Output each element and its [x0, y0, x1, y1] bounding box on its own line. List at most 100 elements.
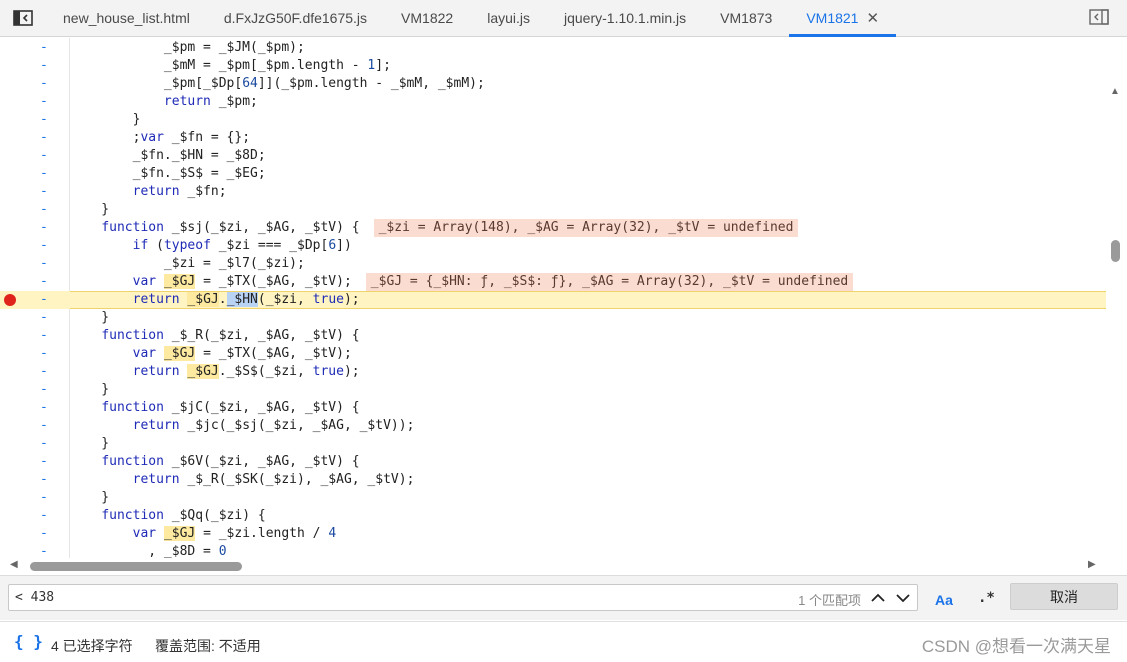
- code-text: return _$GJ._$S$(_$zi, true);: [132, 364, 360, 379]
- code-text: return _$pm;: [163, 94, 258, 109]
- code-text: _$zi = _$l7(_$zi);: [70, 256, 305, 271]
- tab-jquery[interactable]: jquery-1.10.1.min.js: [547, 0, 703, 36]
- code-text: var _$GJ = _$zi.length / 4: [132, 526, 337, 541]
- line-number[interactable]: -: [40, 435, 50, 453]
- code-line[interactable]: - return _$pm;: [0, 93, 1106, 111]
- code-line[interactable]: - var _$GJ = _$zi.length / 4: [0, 525, 1106, 543]
- horizontal-scroll-thumb[interactable]: [30, 562, 242, 571]
- code-line[interactable]: - var _$GJ = _$TX(_$AG, _$tV);: [0, 345, 1106, 363]
- tab-new-house-list[interactable]: new_house_list.html: [46, 0, 207, 36]
- match-case-toggle[interactable]: Aa: [935, 592, 953, 608]
- code-line[interactable]: - _$pm[_$Dp[64]](_$pm.length - _$mM, _$m…: [0, 75, 1106, 93]
- pretty-print-icon[interactable]: { }: [14, 632, 43, 651]
- toggle-navigator-button[interactable]: [0, 0, 46, 36]
- code-line[interactable]: - }: [0, 381, 1106, 399]
- line-number[interactable]: -: [40, 489, 50, 507]
- code-text: return _$fn;: [132, 184, 227, 199]
- code-editor[interactable]: - _$pm = _$JM(_$pm); - _$mM = _$pm[_$pm.l…: [0, 38, 1127, 558]
- line-number[interactable]: -: [40, 543, 50, 558]
- code-text: }: [70, 436, 110, 451]
- line-number[interactable]: -: [40, 453, 50, 471]
- code-text: _$fn._$HN = _$8D;: [70, 148, 266, 163]
- scroll-up-icon[interactable]: ▲: [1110, 86, 1120, 97]
- code-line[interactable]: - return _$fn;: [0, 183, 1106, 201]
- code-line[interactable]: - function _$sj(_$zi, _$AG, _$tV) {_$zi …: [0, 219, 1106, 237]
- code-line[interactable]: - , _$8D = 0: [0, 543, 1106, 558]
- line-number[interactable]: -: [40, 129, 50, 147]
- line-number[interactable]: -: [40, 291, 50, 309]
- next-match-button[interactable]: [892, 587, 914, 608]
- code-line[interactable]: - return _$_R(_$SK(_$zi), _$AG, _$tV);: [0, 471, 1106, 489]
- line-number[interactable]: -: [40, 165, 50, 183]
- code-line[interactable]: - _$fn._$S$ = _$EG;: [0, 165, 1106, 183]
- tab-d-fxjzg50f[interactable]: d.FxJzG50F.dfe1675.js: [207, 0, 384, 36]
- code-line[interactable]: - return _$jc(_$sj(_$zi, _$AG, _$tV));: [0, 417, 1106, 435]
- cancel-search-button[interactable]: 取消: [1010, 583, 1118, 610]
- line-number[interactable]: -: [40, 507, 50, 525]
- line-number[interactable]: -: [40, 255, 50, 273]
- code-line[interactable]: - if (typeof _$zi === _$Dp[6]): [0, 237, 1106, 255]
- code-line[interactable]: - var _$GJ = _$TX(_$AG, _$tV); _$GJ = {_$…: [0, 273, 1106, 291]
- line-number[interactable]: -: [40, 327, 50, 345]
- code-line[interactable]: - return _$GJ._$S$(_$zi, true);: [0, 363, 1106, 381]
- line-number[interactable]: -: [40, 381, 50, 399]
- line-number[interactable]: -: [40, 525, 50, 543]
- line-number[interactable]: -: [40, 93, 50, 111]
- line-number[interactable]: -: [40, 75, 50, 93]
- code-text: _$mM = _$pm[_$pm.length - 1];: [70, 58, 391, 73]
- vertical-scrollbar[interactable]: ▲ ▼: [1109, 86, 1121, 558]
- tab-vm1822[interactable]: VM1822: [384, 0, 470, 36]
- horizontal-scrollbar[interactable]: ◀ ▶: [0, 558, 1127, 574]
- code-line[interactable]: - function _$jC(_$zi, _$AG, _$tV) {: [0, 399, 1106, 417]
- code-line[interactable]: - _$mM = _$pm[_$pm.length - 1];: [0, 57, 1106, 75]
- toggle-debugger-button[interactable]: [1089, 9, 1109, 28]
- code-line[interactable]: - _$fn._$HN = _$8D;: [0, 147, 1106, 165]
- tab-vm1821[interactable]: VM1821 ✕: [789, 0, 896, 37]
- vertical-scroll-thumb[interactable]: [1111, 240, 1120, 262]
- code-line[interactable]: - ;var _$fn = {};: [0, 129, 1106, 147]
- line-number[interactable]: -: [40, 39, 50, 57]
- status-bar: { } 4 已选择字符 覆盖范围: 不适用 CSDN @想看一次满天星: [0, 621, 1127, 662]
- code-text: }: [70, 310, 110, 325]
- line-number[interactable]: -: [40, 273, 50, 291]
- search-input[interactable]: < 438 1 个匹配项: [8, 584, 918, 611]
- code-line[interactable]: - }: [0, 111, 1106, 129]
- code-line[interactable]: - _$zi = _$l7(_$zi);: [0, 255, 1106, 273]
- code-text: }: [70, 112, 141, 127]
- line-number[interactable]: -: [40, 219, 50, 237]
- tab-label: d.FxJzG50F.dfe1675.js: [223, 10, 368, 26]
- code-line[interactable]: - function _$Qq(_$zi) {: [0, 507, 1106, 525]
- scroll-right-icon[interactable]: ▶: [1088, 559, 1096, 570]
- line-number[interactable]: -: [40, 399, 50, 417]
- line-number[interactable]: -: [40, 201, 50, 219]
- close-icon[interactable]: ✕: [866, 9, 879, 27]
- line-number[interactable]: -: [40, 345, 50, 363]
- line-number[interactable]: -: [40, 417, 50, 435]
- code-line[interactable]: - _$pm = _$JM(_$pm);: [0, 39, 1106, 57]
- code-line[interactable]: - }: [0, 201, 1106, 219]
- line-number[interactable]: -: [40, 237, 50, 255]
- code-line-paused[interactable]: - return _$GJ._$HN(_$zi, true);: [0, 291, 1106, 309]
- code-line[interactable]: - }: [0, 489, 1106, 507]
- breakpoint-marker-icon[interactable]: [4, 294, 16, 306]
- code-line[interactable]: - }: [0, 309, 1106, 327]
- code-text: var _$GJ = _$TX(_$AG, _$tV);: [132, 346, 352, 361]
- inline-variable-values: _$GJ = {_$HN: ƒ, _$S$: ƒ}, _$AG = Array(…: [365, 273, 854, 291]
- line-number[interactable]: -: [40, 363, 50, 381]
- line-number[interactable]: -: [40, 111, 50, 129]
- regex-toggle[interactable]: .*: [978, 590, 995, 606]
- line-number[interactable]: -: [40, 471, 50, 489]
- code-line[interactable]: - function _$_R(_$zi, _$AG, _$tV) {: [0, 327, 1106, 345]
- previous-match-button[interactable]: [867, 587, 889, 608]
- line-number[interactable]: -: [40, 309, 50, 327]
- line-number[interactable]: -: [40, 183, 50, 201]
- code-line[interactable]: - function _$6V(_$zi, _$AG, _$tV) {: [0, 453, 1106, 471]
- code-line[interactable]: - }: [0, 435, 1106, 453]
- tab-vm1873[interactable]: VM1873: [703, 0, 789, 36]
- scroll-left-icon[interactable]: ◀: [10, 559, 18, 570]
- line-number[interactable]: -: [40, 57, 50, 75]
- code-text: }: [70, 382, 110, 397]
- code-text: }: [70, 202, 110, 217]
- line-number[interactable]: -: [40, 147, 50, 165]
- tab-layui[interactable]: layui.js: [470, 0, 547, 36]
